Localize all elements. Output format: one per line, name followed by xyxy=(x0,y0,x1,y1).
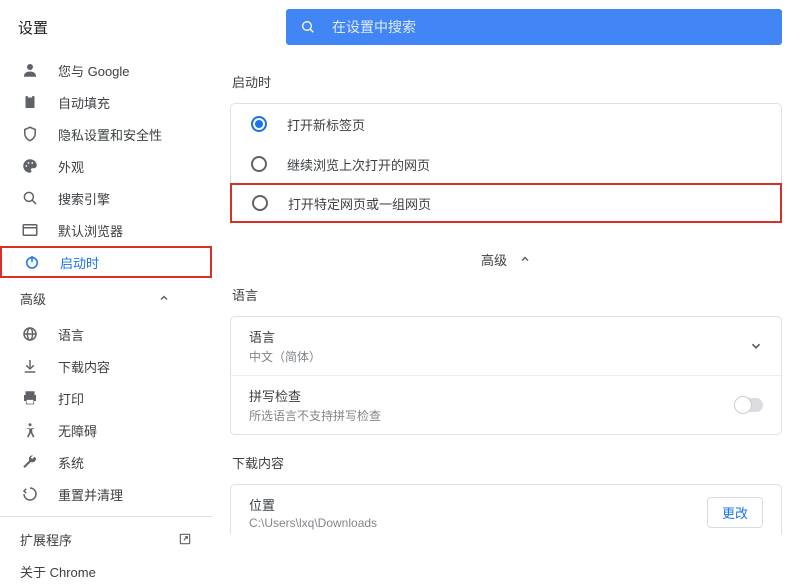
spellcheck-toggle[interactable] xyxy=(735,398,763,412)
sidebar-item-autofill[interactable]: 自动填充 xyxy=(0,86,212,118)
sidebar-item-appearance[interactable]: 外观 xyxy=(0,150,212,182)
wrench-icon xyxy=(20,452,40,472)
row-sublabel: 中文（简体） xyxy=(249,348,321,365)
advanced-toggle[interactable]: 高级 xyxy=(230,241,782,277)
sidebar-item-languages[interactable]: 语言 xyxy=(0,318,212,350)
sidebar-item-label: 您与 Google xyxy=(58,61,130,80)
sidebar-item-search-engine[interactable]: 搜索引擎 xyxy=(0,182,212,214)
radio-icon xyxy=(251,116,267,132)
download-icon xyxy=(20,356,40,376)
sidebar-item-label: 搜索引擎 xyxy=(58,189,110,208)
sidebar-section-label: 高级 xyxy=(20,289,46,308)
downloads-card: 位置 C:\Users\lxq\Downloads 更改 下载前询问每个文件的保… xyxy=(230,484,782,534)
radio-label: 继续浏览上次打开的网页 xyxy=(287,155,430,174)
page-title: 设置 xyxy=(0,17,286,38)
sidebar-item-default-browser[interactable]: 默认浏览器 xyxy=(0,214,212,246)
row-label: 位置 xyxy=(249,495,377,514)
language-row[interactable]: 语言 中文（简体） xyxy=(231,317,781,375)
radio-label: 打开新标签页 xyxy=(287,115,365,134)
sidebar-item-downloads[interactable]: 下载内容 xyxy=(0,350,212,382)
search-icon xyxy=(20,188,40,208)
external-link-icon xyxy=(178,532,192,546)
chevron-up-icon xyxy=(519,253,531,265)
radio-specific-pages[interactable]: 打开特定网页或一组网页 xyxy=(230,183,782,223)
sidebar-item-you-and-google[interactable]: 您与 Google xyxy=(0,54,212,86)
restore-icon xyxy=(20,484,40,504)
sidebar-item-privacy[interactable]: 隐私设置和安全性 xyxy=(0,118,212,150)
sidebar-item-system[interactable]: 系统 xyxy=(0,446,212,478)
radio-continue[interactable]: 继续浏览上次打开的网页 xyxy=(231,144,781,184)
radio-new-tab[interactable]: 打开新标签页 xyxy=(231,104,781,144)
person-icon xyxy=(20,60,40,80)
section-title-startup: 启动时 xyxy=(232,72,780,91)
sidebar-item-accessibility[interactable]: 无障碍 xyxy=(0,414,212,446)
shield-icon xyxy=(20,124,40,144)
sidebar-item-label: 隐私设置和安全性 xyxy=(58,125,162,144)
search-bar[interactable]: 在设置中搜索 xyxy=(286,9,782,45)
accessibility-icon xyxy=(20,420,40,440)
content-area: 启动时 打开新标签页 继续浏览上次打开的网页 打开特定网页或一组网页 高级 语言 xyxy=(212,54,800,534)
row-sublabel: C:\Users\lxq\Downloads xyxy=(249,516,377,530)
radio-icon xyxy=(251,156,267,172)
sidebar-item-label: 系统 xyxy=(58,453,84,472)
globe-icon xyxy=(20,324,40,344)
power-icon xyxy=(22,252,42,272)
radio-icon xyxy=(252,195,268,211)
download-location-row: 位置 C:\Users\lxq\Downloads 更改 xyxy=(231,485,781,534)
spellcheck-row: 拼写检查 所选语言不支持拼写检查 xyxy=(231,375,781,434)
row-label: 拼写检查 xyxy=(249,386,381,405)
sidebar-item-about[interactable]: 关于 Chrome xyxy=(0,555,212,587)
sidebar-item-extensions[interactable]: 扩展程序 xyxy=(0,523,212,555)
search-icon xyxy=(300,19,316,35)
row-sublabel: 所选语言不支持拼写检查 xyxy=(249,407,381,424)
sidebar-item-reset[interactable]: 重置并清理 xyxy=(0,478,212,510)
startup-card: 打开新标签页 继续浏览上次打开的网页 打开特定网页或一组网页 xyxy=(230,103,782,223)
sidebar-item-on-startup[interactable]: 启动时 xyxy=(0,246,212,278)
sidebar-item-printing[interactable]: 打印 xyxy=(0,382,212,414)
sidebar-item-label: 自动填充 xyxy=(58,93,110,112)
sidebar-item-label: 默认浏览器 xyxy=(58,221,123,240)
print-icon xyxy=(20,388,40,408)
divider xyxy=(0,516,212,517)
chevron-up-icon xyxy=(158,292,170,304)
chevron-down-icon xyxy=(749,339,763,353)
row-label: 语言 xyxy=(249,327,321,346)
sidebar-item-label: 语言 xyxy=(58,325,84,344)
sidebar-item-label: 下载内容 xyxy=(58,357,110,376)
sidebar-item-label: 启动时 xyxy=(60,253,99,272)
section-title-downloads: 下载内容 xyxy=(232,453,780,472)
sidebar-item-label: 重置并清理 xyxy=(58,485,123,504)
palette-icon xyxy=(20,156,40,176)
sidebar-section-advanced[interactable]: 高级 xyxy=(0,278,212,318)
sidebar-item-label: 外观 xyxy=(58,157,84,176)
languages-card: 语言 中文（简体） 拼写检查 所选语言不支持拼写检查 xyxy=(230,316,782,435)
sidebar-item-label: 无障碍 xyxy=(58,421,97,440)
radio-label: 打开特定网页或一组网页 xyxy=(288,194,431,213)
advanced-toggle-label: 高级 xyxy=(481,250,507,269)
section-title-languages: 语言 xyxy=(232,285,780,304)
clipboard-icon xyxy=(20,92,40,112)
sidebar: 您与 Google 自动填充 隐私设置和安全性 外观 搜索引擎 默认浏览器 启动… xyxy=(0,54,212,534)
browser-icon xyxy=(20,220,40,240)
sidebar-item-label: 扩展程序 xyxy=(20,530,72,549)
sidebar-item-label: 关于 Chrome xyxy=(20,562,96,581)
search-placeholder: 在设置中搜索 xyxy=(332,17,416,37)
sidebar-item-label: 打印 xyxy=(58,389,84,408)
change-location-button[interactable]: 更改 xyxy=(707,497,763,528)
